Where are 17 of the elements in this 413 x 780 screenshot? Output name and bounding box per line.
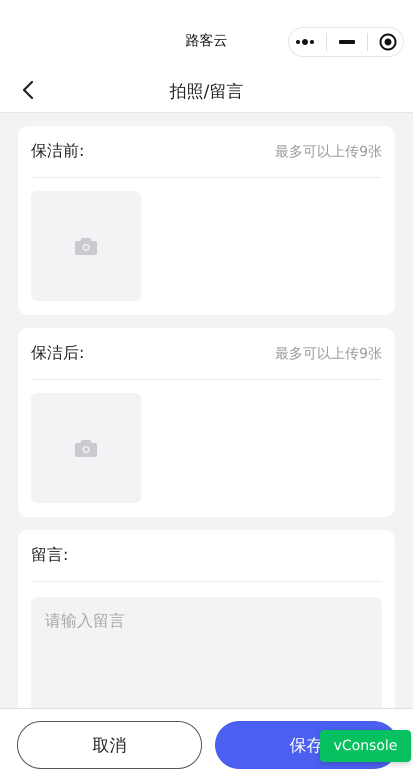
page-title: 拍照/留言 [170,80,244,102]
back-icon[interactable] [22,80,34,100]
cancel-button[interactable]: 取消 [17,721,202,769]
target-icon[interactable] [379,33,398,51]
app-title: 路客云 [186,32,228,50]
section-title: 保洁后: [31,343,84,364]
section-title: 留言: [31,545,68,566]
upload-tile[interactable] [31,191,141,301]
upload-limit-hint: 最多可以上传9张 [275,142,382,160]
more-icon[interactable] [294,39,315,45]
upload-limit-hint: 最多可以上传9张 [275,344,382,362]
upload-tile[interactable] [31,393,141,503]
camera-icon [75,440,97,456]
section-title: 保洁前: [31,141,84,162]
minimize-icon[interactable] [338,40,355,44]
placeholder-text: 请输入留言 [45,611,125,630]
camera-icon [75,238,97,254]
